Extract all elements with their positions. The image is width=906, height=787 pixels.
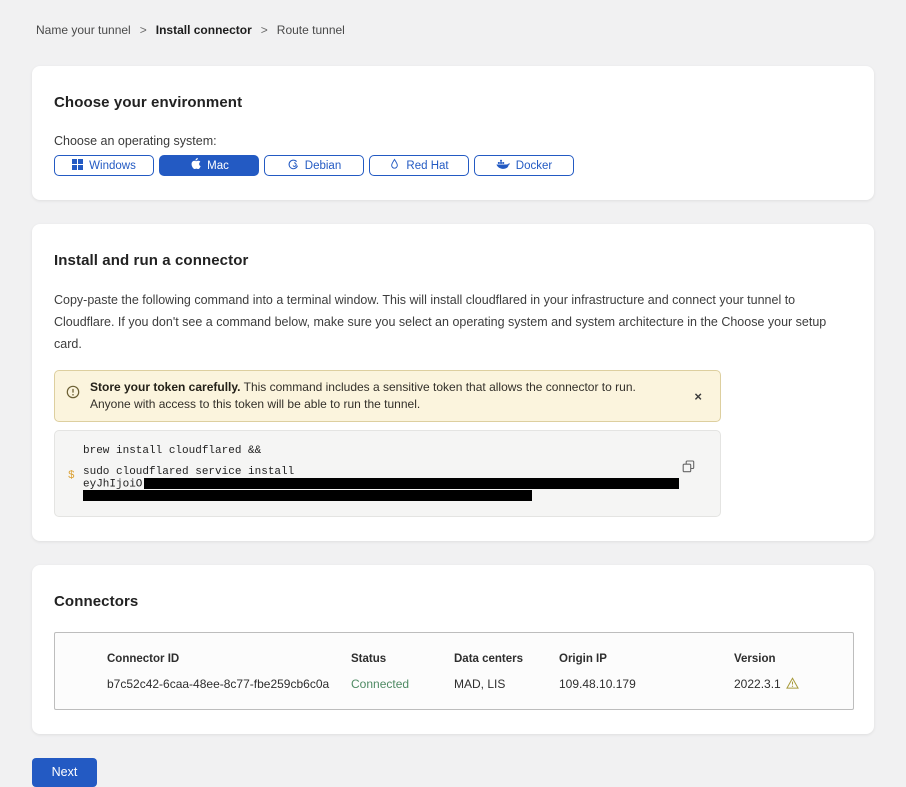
breadcrumb-separator: > [140,23,147,37]
data-centers-value: MAD, LIS [454,677,559,691]
status-badge: Connected [351,677,454,691]
command-line-2: sudo cloudflared service install [83,467,680,478]
breadcrumb: Name your tunnel > Install connector > R… [0,0,906,37]
banner-close-button[interactable]: × [688,387,708,406]
main-content: Choose your environment Choose an operat… [32,66,874,787]
connector-id-value: b7c52c42-6caa-48ee-8c77-fbe259cb6c0a [107,677,351,691]
install-command-codeblock: $ brew install cloudflared && sudo cloud… [54,430,721,517]
os-button-redhat[interactable]: Red Hat [369,155,469,176]
breadcrumb-step-route-tunnel[interactable]: Route tunnel [277,23,345,37]
table-column-origin-ip: Origin IP 109.48.10.179 [559,653,734,692]
os-button-label: Docker [516,160,552,172]
warning-triangle-icon [786,677,799,692]
docker-icon [496,159,510,173]
column-header: Origin IP [559,653,734,665]
command-token-line-2 [83,490,680,502]
os-button-windows[interactable]: Windows [54,155,154,176]
redaction-bar [144,478,679,489]
token-warning-text: Store your token carefully. This command… [90,379,650,413]
connectors-card: Connectors Connector ID b7c52c42-6caa-48… [32,565,874,734]
alert-circle-icon [66,385,80,404]
column-header: Status [351,653,454,665]
breadcrumb-step-name-tunnel[interactable]: Name your tunnel [36,23,131,37]
token-prefix: eyJhIjoiO [83,478,142,490]
table-column-status: Status Connected [351,653,454,692]
version-value-wrap: 2022.3.1 [734,677,833,692]
origin-ip-value: 109.48.10.179 [559,677,734,691]
copy-command-button[interactable] [680,458,697,478]
os-select-label: Choose an operating system: [54,134,852,148]
install-connector-title: Install and run a connector [54,252,852,269]
install-connector-card: Install and run a connector Copy-paste t… [32,224,874,541]
token-warning-title: Store your token carefully. [90,380,241,394]
column-header: Data centers [454,653,559,665]
environment-card: Choose your environment Choose an operat… [32,66,874,200]
environment-card-title: Choose your environment [54,94,852,111]
redhat-icon [389,158,400,174]
redaction-bar [83,490,532,501]
next-button[interactable]: Next [32,758,97,787]
os-button-label: Debian [305,160,341,172]
token-warning-banner: Store your token carefully. This command… [54,370,721,422]
table-column-data-centers: Data centers MAD, LIS [454,653,559,692]
table-column-connector-id: Connector ID b7c52c42-6caa-48ee-8c77-fbe… [107,653,351,692]
apple-icon [189,157,201,174]
connectors-table: Connector ID b7c52c42-6caa-48ee-8c77-fbe… [54,632,854,710]
os-button-label: Red Hat [406,160,448,172]
os-button-docker[interactable]: Docker [474,155,574,176]
command-line-1: brew install cloudflared && [83,446,680,457]
os-button-debian[interactable]: Debian [264,155,364,176]
os-button-label: Mac [207,160,229,172]
windows-icon [72,159,83,173]
column-header: Version [734,653,833,665]
command-token-line: eyJhIjoiO [83,478,680,490]
install-connector-description: Copy-paste the following command into a … [54,289,852,355]
debian-icon [287,158,299,173]
os-button-mac[interactable]: Mac [159,155,259,176]
os-button-label: Windows [89,160,136,172]
breadcrumb-step-install-connector[interactable]: Install connector [156,23,252,37]
table-column-version: Version 2022.3.1 [734,653,833,692]
column-header: Connector ID [107,653,351,665]
version-value: 2022.3.1 [734,677,781,691]
shell-prompt: $ [68,471,75,482]
breadcrumb-separator: > [261,23,268,37]
copy-icon [682,461,695,476]
connectors-title: Connectors [54,593,852,610]
os-button-group: Windows Mac Debian Red Hat [54,155,852,176]
